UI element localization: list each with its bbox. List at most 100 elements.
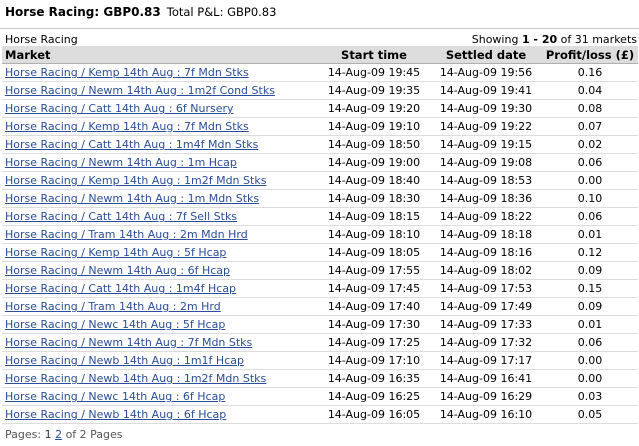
table-row: Horse Racing / Kemp 14th Aug : 7f Mdn St… bbox=[2, 63, 638, 82]
market-cell: Horse Racing / Catt 14th Aug : 6f Nurser… bbox=[2, 99, 318, 118]
table-row: Horse Racing / Catt 14th Aug : 7f Sell S… bbox=[2, 207, 638, 226]
settled-date-cell: 14-Aug-09 17:17 bbox=[430, 351, 542, 370]
market-cell: Horse Racing / Newb 14th Aug : 1m1f Hcap bbox=[2, 351, 318, 370]
settled-date-cell: 14-Aug-09 17:49 bbox=[430, 297, 542, 316]
market-link[interactable]: Horse Racing / Kemp 14th Aug : 7f Mdn St… bbox=[5, 66, 249, 79]
market-cell: Horse Racing / Kemp 14th Aug : 7f Mdn St… bbox=[2, 63, 318, 82]
settled-date-cell: 14-Aug-09 18:16 bbox=[430, 243, 542, 262]
start-time-cell: 14-Aug-09 17:10 bbox=[318, 351, 430, 370]
pagination: Pages: 1 2 of 2 Pages bbox=[5, 428, 123, 441]
profit-loss-cell: 0.01 bbox=[542, 225, 638, 244]
pagination-suffix: of 2 Pages bbox=[65, 428, 123, 441]
table-row: Horse Racing / Newb 14th Aug : 6f Hcap 14… bbox=[2, 405, 638, 424]
profit-loss-cell: 0.08 bbox=[542, 99, 638, 118]
profit-loss-cell: 0.03 bbox=[542, 387, 638, 406]
market-link[interactable]: Horse Racing / Newc 14th Aug : 5f Hcap bbox=[5, 318, 225, 331]
table-row: Horse Racing / Catt 14th Aug : 6f Nurser… bbox=[2, 99, 638, 118]
market-cell: Horse Racing / Newc 14th Aug : 6f Hcap bbox=[2, 387, 318, 406]
sport-summary: Horse Racing: GBP0.83 bbox=[5, 5, 161, 19]
market-link[interactable]: Horse Racing / Newm 14th Aug : 7f Mdn St… bbox=[5, 336, 252, 349]
settled-date-cell: 14-Aug-09 17:53 bbox=[430, 279, 542, 298]
start-time-cell: 14-Aug-09 19:35 bbox=[318, 81, 430, 100]
market-cell: Horse Racing / Tram 14th Aug : 2m Hrd bbox=[2, 297, 318, 316]
start-time-cell: 14-Aug-09 19:45 bbox=[318, 63, 430, 82]
settled-date-cell: 14-Aug-09 18:53 bbox=[430, 171, 542, 190]
market-link[interactable]: Horse Racing / Newb 14th Aug : 1m1f Hcap bbox=[5, 354, 244, 367]
profit-loss-cell: 0.00 bbox=[542, 171, 638, 190]
table-row: Horse Racing / Catt 14th Aug : 1m4f Mdn … bbox=[2, 135, 638, 154]
market-cell: Horse Racing / Newm 14th Aug : 6f Hcap bbox=[2, 261, 318, 280]
profit-loss-cell: 0.06 bbox=[542, 207, 638, 226]
profit-loss-cell: 0.07 bbox=[542, 117, 638, 136]
market-link[interactable]: Horse Racing / Kemp 14th Aug : 1m2f Mdn … bbox=[5, 174, 266, 187]
profit-loss-cell: 0.10 bbox=[542, 189, 638, 208]
settled-date-cell: 14-Aug-09 16:29 bbox=[430, 387, 542, 406]
market-cell: Horse Racing / Kemp 14th Aug : 5f Hcap bbox=[2, 243, 318, 262]
market-link[interactable]: Horse Racing / Catt 14th Aug : 7f Sell S… bbox=[5, 210, 237, 223]
settled-date-cell: 14-Aug-09 18:18 bbox=[430, 225, 542, 244]
start-time-cell: 14-Aug-09 18:15 bbox=[318, 207, 430, 226]
table-row: Horse Racing / Newc 14th Aug : 5f Hcap 14… bbox=[2, 315, 638, 334]
market-link[interactable]: Horse Racing / Newb 14th Aug : 6f Hcap bbox=[5, 408, 226, 421]
market-link[interactable]: Horse Racing / Newm 14th Aug : 1m Hcap bbox=[5, 156, 237, 169]
start-time-cell: 14-Aug-09 17:45 bbox=[318, 279, 430, 298]
start-time-cell: 14-Aug-09 19:20 bbox=[318, 99, 430, 118]
profit-loss-cell: 0.05 bbox=[542, 405, 638, 424]
section-label: Horse Racing bbox=[5, 33, 78, 46]
profit-loss-cell: 0.01 bbox=[542, 315, 638, 334]
table-row: Horse Racing / Newb 14th Aug : 1m1f Hcap… bbox=[2, 351, 638, 370]
market-cell: Horse Racing / Newm 14th Aug : 1m2f Cond… bbox=[2, 81, 318, 100]
start-time-cell: 14-Aug-09 16:35 bbox=[318, 369, 430, 388]
table-row: Horse Racing / Kemp 14th Aug : 7f Mdn St… bbox=[2, 117, 638, 136]
market-link[interactable]: Horse Racing / Tram 14th Aug : 2m Hrd bbox=[5, 300, 221, 313]
page-header: Horse Racing: GBP0.83 Total P&L: GBP0.83 bbox=[0, 0, 639, 28]
start-time-cell: 14-Aug-09 19:10 bbox=[318, 117, 430, 136]
market-cell: Horse Racing / Catt 14th Aug : 7f Sell S… bbox=[2, 207, 318, 226]
market-cell: Horse Racing / Newb 14th Aug : 6f Hcap bbox=[2, 405, 318, 424]
start-time-cell: 14-Aug-09 16:05 bbox=[318, 405, 430, 424]
settled-date-cell: 14-Aug-09 18:22 bbox=[430, 207, 542, 226]
page-title: Horse Racing: GBP0.83 Total P&L: GBP0.83 bbox=[5, 5, 276, 19]
start-time-cell: 14-Aug-09 16:25 bbox=[318, 387, 430, 406]
total-pl: Total P&L: GBP0.83 bbox=[166, 5, 277, 19]
settled-date-cell: 14-Aug-09 19:15 bbox=[430, 135, 542, 154]
start-time-cell: 14-Aug-09 17:40 bbox=[318, 297, 430, 316]
market-link[interactable]: Horse Racing / Kemp 14th Aug : 7f Mdn St… bbox=[5, 120, 249, 133]
profit-loss-cell: 0.12 bbox=[542, 243, 638, 262]
market-link[interactable]: Horse Racing / Catt 14th Aug : 6f Nurser… bbox=[5, 102, 234, 115]
results-count: Showing 1 - 20 of 31 markets bbox=[472, 33, 637, 46]
profit-loss-cell: 0.00 bbox=[542, 351, 638, 370]
market-cell: Horse Racing / Catt 14th Aug : 1m4f Mdn … bbox=[2, 135, 318, 154]
table-header-row: Market Start time Settled date Profit/lo… bbox=[2, 46, 638, 64]
start-time-cell: 14-Aug-09 18:05 bbox=[318, 243, 430, 262]
table-row: Horse Racing / Newm 14th Aug : 1m Hcap 14… bbox=[2, 153, 638, 172]
market-link[interactable]: Horse Racing / Newb 14th Aug : 1m2f Mdn … bbox=[5, 372, 266, 385]
market-link[interactable]: Horse Racing / Newc 14th Aug : 6f Hcap bbox=[5, 390, 225, 403]
results-suffix: of 31 markets bbox=[560, 33, 637, 46]
market-link[interactable]: Horse Racing / Kemp 14th Aug : 5f Hcap bbox=[5, 246, 226, 259]
results-prefix: Showing bbox=[471, 33, 519, 46]
profit-loss-cell: 0.04 bbox=[542, 81, 638, 100]
column-header-start-time: Start time bbox=[318, 46, 430, 64]
market-link[interactable]: Horse Racing / Newm 14th Aug : 1m2f Cond… bbox=[5, 84, 275, 97]
settled-date-cell: 14-Aug-09 16:10 bbox=[430, 405, 542, 424]
market-link[interactable]: Horse Racing / Catt 14th Aug : 1m4f Hcap bbox=[5, 282, 236, 295]
results-range: 1 - 20 bbox=[521, 33, 558, 46]
market-cell: Horse Racing / Kemp 14th Aug : 7f Mdn St… bbox=[2, 117, 318, 136]
table-row: Horse Racing / Newm 14th Aug : 1m2f Cond… bbox=[2, 81, 638, 100]
table-row: Horse Racing / Newb 14th Aug : 1m2f Mdn … bbox=[2, 369, 638, 388]
profit-loss-cell: 0.00 bbox=[542, 369, 638, 388]
column-header-market: Market bbox=[2, 46, 318, 64]
start-time-cell: 14-Aug-09 18:50 bbox=[318, 135, 430, 154]
table-row: Horse Racing / Newm 14th Aug : 6f Hcap 14… bbox=[2, 261, 638, 280]
market-link[interactable]: Horse Racing / Tram 14th Aug : 2m Mdn Hr… bbox=[5, 228, 248, 241]
profit-loss-cell: 0.16 bbox=[542, 63, 638, 82]
profit-loss-cell: 0.02 bbox=[542, 135, 638, 154]
market-link[interactable]: Horse Racing / Catt 14th Aug : 1m4f Mdn … bbox=[5, 138, 258, 151]
settled-date-cell: 14-Aug-09 19:08 bbox=[430, 153, 542, 172]
table-row: Horse Racing / Newc 14th Aug : 6f Hcap 14… bbox=[2, 387, 638, 406]
market-link[interactable]: Horse Racing / Newm 14th Aug : 6f Hcap bbox=[5, 264, 230, 277]
table-row: Horse Racing / Tram 14th Aug : 2m Hrd 14-… bbox=[2, 297, 638, 316]
market-link[interactable]: Horse Racing / Newm 14th Aug : 1m Mdn St… bbox=[5, 192, 259, 205]
pagination-page-2-link[interactable]: 2 bbox=[55, 428, 62, 441]
